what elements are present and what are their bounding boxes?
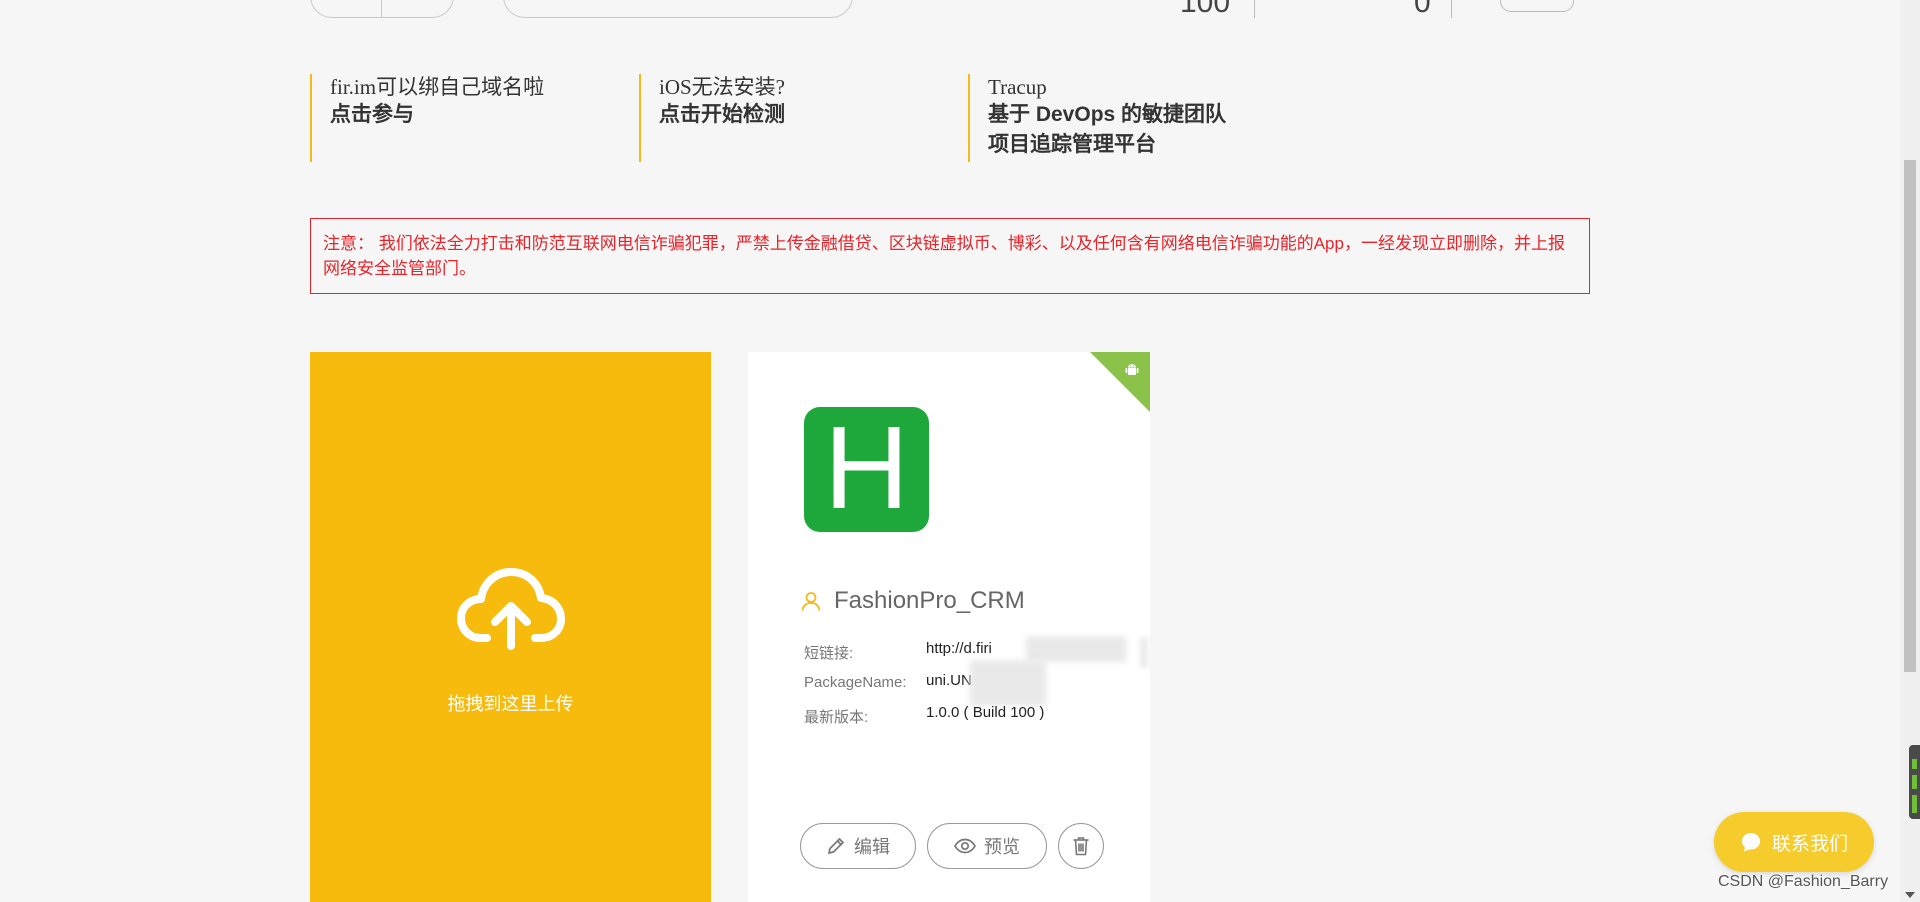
cloud-upload-icon (457, 568, 565, 650)
package-name-label: PackageName: (804, 674, 907, 691)
widget-bar (1912, 775, 1917, 789)
app-name-row[interactable]: FashionPro_CRM (800, 586, 1025, 616)
more-button[interactable]: · · (1500, 0, 1574, 12)
stat-separator (1254, 0, 1255, 18)
short-link-value[interactable]: http://d.firi (926, 640, 992, 657)
promo-link[interactable]: 点击开始检测 (659, 100, 785, 130)
chat-bubble-icon (1741, 833, 1760, 852)
stat-download-count: 0 (1414, 0, 1431, 19)
scrollbar-thumb[interactable] (1904, 160, 1916, 672)
app-logo-letter: H (824, 407, 909, 532)
latest-version-label: 最新版本: (804, 709, 869, 726)
promo-line[interactable]: 项目追踪管理平台 (988, 130, 1226, 160)
badge-triangle (1090, 352, 1150, 412)
app-logo[interactable]: H (804, 402, 929, 534)
app-name[interactable]: FashionPro_CRM (834, 587, 1025, 615)
eye-icon (954, 838, 976, 854)
contact-us-label: 联系我们 (1771, 833, 1848, 855)
promo-tracup[interactable]: Tracup 基于 DevOps 的敏捷团队 项目追踪管理平台 (968, 74, 1226, 162)
package-name-value: uni.UN (926, 672, 972, 689)
promo-line[interactable]: 基于 DevOps 的敏捷团队 (988, 100, 1226, 130)
upload-dropzone[interactable]: 拖拽到这里上传 (310, 352, 711, 902)
user-icon (801, 592, 821, 611)
edit-button[interactable]: 编辑 (800, 823, 916, 869)
anti-fraud-notice: 注意： 我们依法全力打击和防范互联网电信诈骗犯罪，严禁上传金融借贷、区块链虚拟币… (310, 218, 1590, 294)
csdn-watermark: CSDN @Fashion_Barry (1718, 873, 1889, 890)
preview-button[interactable]: 预览 (927, 823, 1047, 869)
pencil-icon (827, 837, 845, 855)
promo-link[interactable]: 点击参与 (330, 100, 544, 130)
promo-ios-check[interactable]: iOS无法安装? 点击开始检测 (639, 74, 785, 162)
upload-label: 拖拽到这里上传 (447, 694, 574, 714)
app-card[interactable]: H FashionPro_CRM 短链接: http://d.firi Pack… (748, 352, 1150, 902)
preview-label: 预览 (984, 837, 1020, 857)
redaction-blur (1140, 638, 1148, 668)
latest-version-value: 1.0.0 ( Build 100 ) (926, 704, 1045, 721)
widget-bar (1912, 759, 1917, 769)
view-toggle-group[interactable] (310, 0, 454, 18)
android-icon (1125, 364, 1139, 375)
promo-title: Tracup (988, 75, 1047, 99)
notice-text: 注意： 我们依法全力打击和防范互联网电信诈骗犯罪，严禁上传金融借贷、区块链虚拟币… (323, 234, 1565, 278)
app-logo-letter-icon: H (824, 402, 909, 534)
scroll-down-arrow-icon[interactable] (1905, 892, 1915, 898)
contact-us-button[interactable]: 联系我们 (1714, 812, 1874, 872)
more-label: · · (1529, 0, 1544, 4)
stat-app-count: 100 (1180, 0, 1231, 19)
short-link-label: 短链接: (804, 645, 854, 662)
side-monitor-widget[interactable] (1909, 745, 1920, 819)
delete-button[interactable] (1058, 823, 1104, 869)
android-platform-badge (1090, 352, 1150, 412)
edit-label: 编辑 (854, 837, 890, 857)
widget-bar (1912, 795, 1917, 813)
stat-separator (1451, 0, 1452, 18)
view-toggle-divider (381, 0, 382, 17)
redaction-blur (1026, 636, 1126, 662)
search-input[interactable] (503, 0, 853, 18)
promo-title: iOS无法安装? (659, 75, 785, 99)
trash-icon (1073, 837, 1089, 856)
promo-custom-domain[interactable]: fir.im可以绑自己域名啦 点击参与 (310, 74, 544, 162)
promo-title: fir.im可以绑自己域名啦 (330, 75, 545, 99)
redaction-blur (970, 660, 1046, 706)
